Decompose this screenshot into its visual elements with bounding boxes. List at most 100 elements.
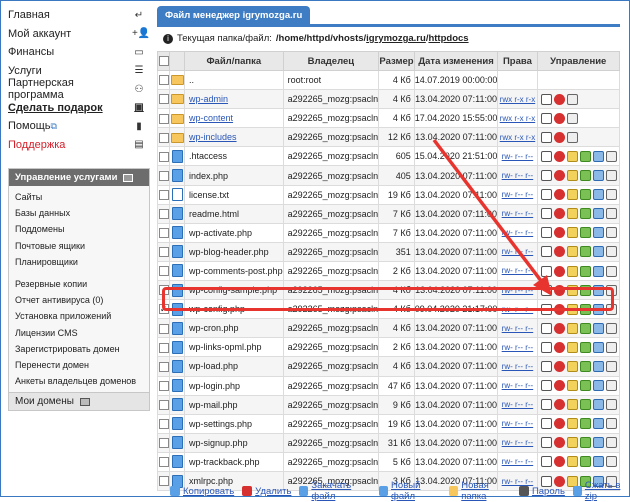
edit-icon[interactable] — [566, 380, 578, 392]
row-select[interactable] — [156, 127, 171, 148]
row-checkbox[interactable] — [158, 132, 169, 143]
row-checkbox[interactable]: ✓ — [158, 304, 169, 315]
path-domain-link[interactable]: igrymozga.ru — [366, 33, 426, 44]
parent-folder-icon[interactable] — [170, 75, 184, 86]
folder-icon[interactable] — [170, 132, 184, 143]
file-permissions[interactable]: rw- r-- r-- — [497, 337, 538, 358]
copy-icon[interactable] — [605, 265, 617, 277]
file-permissions[interactable]: rwx r-x r-x — [497, 108, 538, 129]
menu-item-7[interactable]: Поддержка ▤ — [8, 136, 150, 155]
download-icon[interactable] — [592, 303, 604, 315]
service-link[interactable]: Планировщики — [15, 254, 143, 270]
service-link[interactable]: Лицензии CMS — [15, 325, 143, 341]
file-permissions[interactable]: rw- r-- r-- — [497, 260, 538, 282]
properties-icon[interactable] — [540, 380, 552, 392]
row-checkbox[interactable] — [158, 438, 169, 449]
row-select[interactable] — [156, 375, 171, 396]
col-owner[interactable]: Владелец — [282, 51, 380, 71]
copy-icon[interactable] — [566, 93, 578, 105]
row-select[interactable] — [156, 413, 171, 434]
download-icon[interactable] — [592, 246, 604, 258]
download-icon[interactable] — [592, 322, 604, 334]
file-permissions[interactable]: rw- r-- r-- — [497, 394, 538, 415]
file-permissions[interactable]: rw- r-- r-- — [497, 184, 538, 205]
file-name[interactable]: wp-load.php — [184, 356, 284, 377]
properties-icon[interactable] — [540, 246, 552, 258]
edit-icon[interactable] — [566, 170, 578, 182]
properties-icon[interactable] — [540, 189, 552, 201]
delete-icon[interactable] — [553, 322, 565, 334]
file-permissions[interactable]: rw- r-- r-- — [497, 280, 538, 301]
menu-item-0[interactable]: Главная ↵ — [8, 6, 150, 25]
download-icon[interactable] — [592, 189, 604, 201]
row-select[interactable] — [156, 241, 171, 262]
properties-icon[interactable] — [540, 227, 552, 239]
table-row[interactable]: wp-cron.php a292265_mozg:psacln 4 Кб 13.04.… — [156, 318, 621, 339]
file-icon[interactable] — [171, 398, 183, 412]
compress-icon[interactable] — [579, 380, 591, 392]
row-select[interactable] — [156, 260, 171, 282]
download-icon[interactable] — [592, 399, 604, 411]
row-checkbox[interactable] — [158, 189, 169, 200]
row-select[interactable] — [156, 165, 171, 186]
properties-icon[interactable] — [540, 322, 552, 334]
file-name[interactable]: wp-config-sample.php — [184, 280, 284, 301]
table-row[interactable]: wp-config-sample.php a292265_mozg:psacln 4… — [156, 280, 621, 301]
copy-icon[interactable] — [605, 418, 617, 430]
copy-icon[interactable] — [605, 341, 617, 353]
row-select[interactable] — [156, 432, 171, 453]
delete-icon[interactable] — [553, 399, 565, 411]
row-checkbox[interactable] — [158, 170, 169, 181]
row-select[interactable] — [156, 203, 171, 224]
download-icon[interactable] — [592, 150, 604, 162]
table-row[interactable]: ✓ wp-config.php a292265_mozg:psacln 4 Кб 09.… — [156, 299, 621, 320]
row-select[interactable] — [156, 337, 171, 358]
edit-icon[interactable] — [566, 437, 578, 449]
copy-icon[interactable] — [605, 150, 617, 162]
action-key[interactable]: Пароль — [518, 480, 565, 502]
file-name[interactable]: wp-login.php — [184, 375, 284, 396]
row-select[interactable] — [156, 451, 171, 472]
copy-icon[interactable] — [605, 303, 617, 315]
service-link[interactable]: Почтовые ящики — [15, 238, 143, 254]
download-icon[interactable] — [592, 265, 604, 277]
file-permissions[interactable]: rw- r-- r-- — [497, 451, 538, 472]
service-link[interactable]: Установка приложений — [15, 308, 143, 324]
download-icon[interactable] — [592, 284, 604, 296]
service-link[interactable]: Перенести домен — [15, 357, 143, 373]
copy-icon[interactable] — [605, 456, 617, 468]
delete-icon[interactable] — [553, 112, 565, 124]
copy-icon[interactable] — [605, 437, 617, 449]
compress-icon[interactable] — [579, 227, 591, 239]
row-select[interactable] — [156, 356, 171, 377]
properties-icon[interactable] — [540, 399, 552, 411]
menu-item-4[interactable]: Партнерская программа ⚇ — [8, 77, 150, 101]
properties-icon[interactable] — [540, 437, 552, 449]
services-header[interactable]: Управление услугами — [9, 169, 149, 186]
collapse-icon[interactable] — [123, 173, 134, 182]
file-name[interactable]: .. — [184, 69, 284, 91]
row-checkbox[interactable] — [158, 247, 169, 258]
table-row[interactable]: wp-admin a292265_mozg:psacln 4 Кб 13.04.202… — [156, 89, 621, 110]
path-last-link[interactable]: httpdocs — [428, 33, 468, 44]
file-icon[interactable] — [171, 302, 183, 316]
copy-icon[interactable] — [605, 227, 617, 239]
delete-icon[interactable] — [553, 265, 565, 277]
copy-icon[interactable] — [605, 189, 617, 201]
delete-icon[interactable] — [553, 246, 565, 258]
col-date[interactable]: Дата изменения — [413, 51, 499, 71]
row-checkbox[interactable] — [158, 476, 169, 487]
properties-icon[interactable] — [540, 361, 552, 373]
delete-icon[interactable] — [553, 284, 565, 296]
row-checkbox[interactable] — [158, 94, 169, 105]
row-checkbox[interactable] — [158, 399, 169, 410]
service-link[interactable]: Поддомены — [15, 221, 143, 237]
compress-icon[interactable] — [579, 361, 591, 373]
file-name[interactable]: wp-activate.php — [184, 222, 284, 243]
edit-icon[interactable] — [566, 303, 578, 315]
row-checkbox[interactable] — [158, 228, 169, 239]
file-name[interactable]: wp-signup.php — [184, 432, 284, 453]
file-name[interactable]: wp-trackback.php — [184, 451, 284, 472]
delete-icon[interactable] — [553, 437, 565, 449]
compress-icon[interactable] — [579, 456, 591, 468]
